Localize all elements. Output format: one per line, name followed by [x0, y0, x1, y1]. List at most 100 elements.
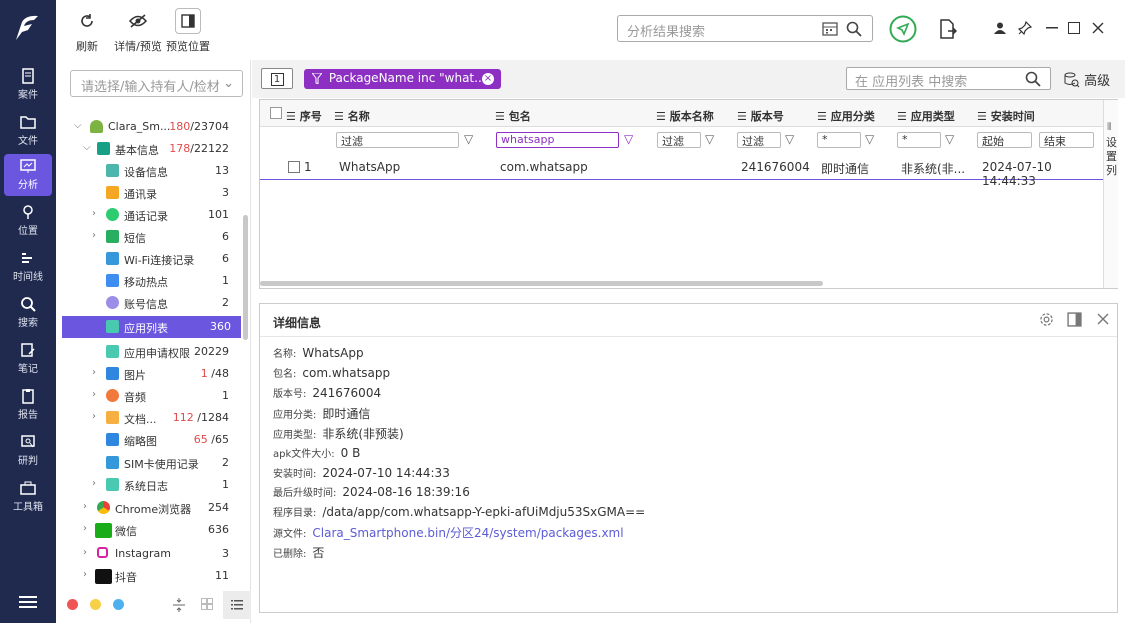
col-header-version-name[interactable]: ☰ 版本名称	[656, 108, 714, 130]
tree-item-device-info[interactable]: 设备信息 13	[57, 160, 243, 182]
chevron-right-icon[interactable]: ›	[83, 501, 87, 512]
nav-timeline[interactable]: 时间线	[4, 246, 52, 288]
refresh-button[interactable]: 刷新	[72, 6, 102, 56]
filter-name-input[interactable]: 过滤	[336, 132, 459, 148]
chevron-right-icon[interactable]: ›	[92, 367, 96, 378]
filter-end-date[interactable]: 结束	[1039, 132, 1094, 148]
funnel-icon[interactable]: ▽	[865, 132, 874, 146]
owner-select[interactable]: 请选择/输入持有人/检材 ⌄	[70, 70, 243, 97]
funnel-icon[interactable]: ▽	[785, 132, 794, 146]
filter-version-code-input[interactable]: 过滤	[737, 132, 781, 148]
chevron-right-icon[interactable]: ›	[92, 208, 96, 219]
col-header-version-code[interactable]: ☰ 版本号	[737, 108, 784, 130]
nav-search[interactable]: 搜索	[4, 292, 52, 334]
table-h-scrollbar[interactable]	[260, 281, 823, 286]
funnel-icon[interactable]: ▽	[705, 132, 714, 146]
tree-item-wechat[interactable]: › 微信 636	[57, 519, 243, 541]
tree-item-douyin[interactable]: › 抖音 11	[57, 565, 243, 587]
chevron-down-icon[interactable]: ⌵	[83, 142, 91, 153]
funnel-icon[interactable]: ▽	[945, 132, 954, 146]
tree-item-contacts[interactable]: 通讯录 3	[57, 182, 243, 204]
col-header-category[interactable]: ☰ 应用分类	[817, 108, 875, 130]
row-checkbox[interactable]	[288, 161, 300, 173]
yellow-dot-icon[interactable]	[90, 599, 101, 610]
funnel-icon[interactable]: ▽	[464, 132, 473, 146]
tree-item-sim[interactable]: SIM卡使用记录 2	[57, 452, 243, 474]
col-header-package[interactable]: ☰ 包名	[495, 108, 531, 130]
tree-item-sms[interactable]: › 短信 6	[57, 226, 243, 248]
chip-close-icon[interactable]: ×	[482, 73, 494, 85]
tree-item-instagram[interactable]: › Instagram 3	[57, 543, 243, 565]
result-search-input[interactable]: 分析结果搜索	[617, 15, 873, 42]
filter-category-select[interactable]: *	[817, 132, 861, 148]
tree-scrollbar[interactable]	[243, 215, 248, 340]
nav-report[interactable]: 报告	[4, 384, 52, 426]
app-list-search-input[interactable]: 在 应用列表 中搜索	[846, 67, 1051, 90]
calendar-icon[interactable]	[822, 21, 838, 36]
panel-right-icon[interactable]	[1067, 312, 1082, 327]
blue-dot-icon[interactable]	[113, 599, 124, 610]
filter-type-select[interactable]: *	[897, 132, 941, 148]
detail-preview-button[interactable]: 详情/预览	[112, 6, 164, 56]
filter-chip[interactable]: PackageName inc "what... ×	[304, 69, 501, 89]
tree-item-documents[interactable]: › 文档... 112 /1284	[57, 407, 243, 429]
nav-analysis[interactable]: 分析	[4, 154, 52, 196]
nav-toolbox[interactable]: 工具箱	[4, 476, 52, 518]
list-view-button[interactable]	[223, 591, 251, 619]
tree-item-call-log[interactable]: › 通话记录 101	[57, 204, 243, 226]
col-header-index[interactable]: ☰ 序号	[286, 108, 322, 130]
chevron-right-icon[interactable]: ›	[92, 411, 96, 422]
search-icon[interactable]	[1025, 71, 1041, 87]
chevron-right-icon[interactable]: ›	[92, 389, 96, 400]
chevron-down-icon[interactable]: ⌵	[74, 120, 82, 131]
chevron-right-icon[interactable]: ›	[83, 569, 87, 580]
funnel-active-icon[interactable]: ▽	[624, 132, 633, 146]
chevron-right-icon[interactable]: ›	[83, 523, 87, 534]
column-settings-button[interactable]: ⦀ 设 置 列	[1103, 100, 1118, 288]
tree-item-accounts[interactable]: 账号信息 2	[57, 292, 243, 314]
filter-count-button[interactable]: 1	[261, 68, 293, 89]
grid-view-icon[interactable]	[201, 598, 213, 610]
nav-file[interactable]: 文件	[4, 110, 52, 152]
tree-item-basic-info[interactable]: ⌵ 基本信息 178/22122	[57, 138, 243, 160]
maximize-icon[interactable]	[1068, 22, 1080, 34]
select-all-checkbox[interactable]	[270, 107, 282, 119]
send-status-icon[interactable]	[889, 15, 917, 43]
col-header-install-time[interactable]: ☰ 安装时间	[977, 108, 1035, 130]
advanced-search-button[interactable]: 高级	[1064, 70, 1110, 89]
chevron-right-icon[interactable]: ›	[83, 547, 87, 558]
tree-item-app-permissions[interactable]: 应用申请权限 20229	[57, 341, 243, 363]
col-header-name[interactable]: ☰ 名称	[334, 108, 370, 130]
col-header-type[interactable]: ☰ 应用类型	[897, 108, 955, 130]
close-icon[interactable]	[1097, 313, 1109, 325]
minimize-icon[interactable]	[1046, 27, 1058, 29]
tree-item-images[interactable]: › 图片 1 /48	[57, 363, 243, 385]
gear-icon[interactable]	[1039, 312, 1054, 327]
preview-position-button[interactable]: 预览位置	[164, 6, 212, 56]
nav-case[interactable]: 案件	[4, 64, 52, 106]
table-row[interactable]: 1 WhatsApp com.whatsapp 241676004 即时通信 非…	[260, 152, 1103, 188]
filter-start-date[interactable]: 起始	[977, 132, 1032, 148]
nav-location[interactable]: 位置	[4, 200, 52, 242]
tree-item-thumbnails[interactable]: 缩略图 65 /65	[57, 429, 243, 451]
tree-item-app-list[interactable]: 应用列表 360	[62, 316, 241, 338]
tree-item-hotspot[interactable]: 移动热点 1	[57, 270, 243, 292]
user-icon[interactable]	[994, 22, 1006, 34]
pin-icon[interactable]	[1018, 21, 1032, 35]
tree-item-device[interactable]: ⌵ Clara_Sm... 180/23704	[57, 116, 243, 138]
chevron-right-icon[interactable]: ›	[92, 478, 96, 489]
nav-judge[interactable]: 研判	[4, 430, 52, 472]
collapse-icon[interactable]	[173, 598, 185, 612]
export-file-icon[interactable]	[939, 19, 957, 39]
menu-icon[interactable]	[19, 595, 37, 609]
nav-note[interactable]: 笔记	[4, 338, 52, 380]
tree-item-chrome[interactable]: › Chrome浏览器 254	[57, 497, 243, 519]
tree-item-wifi[interactable]: Wi-Fi连接记录 6	[57, 248, 243, 270]
tree-item-syslog[interactable]: › 系统日志 1	[57, 474, 243, 496]
source-file-link[interactable]: Clara_Smartphone.bin/分区24/system/package…	[312, 526, 623, 540]
search-icon[interactable]	[846, 21, 862, 37]
filter-version-name-input[interactable]: 过滤	[657, 132, 701, 148]
close-icon[interactable]	[1092, 22, 1104, 34]
chevron-right-icon[interactable]: ›	[92, 230, 96, 241]
tree-item-audio[interactable]: › 音频 1	[57, 385, 243, 407]
